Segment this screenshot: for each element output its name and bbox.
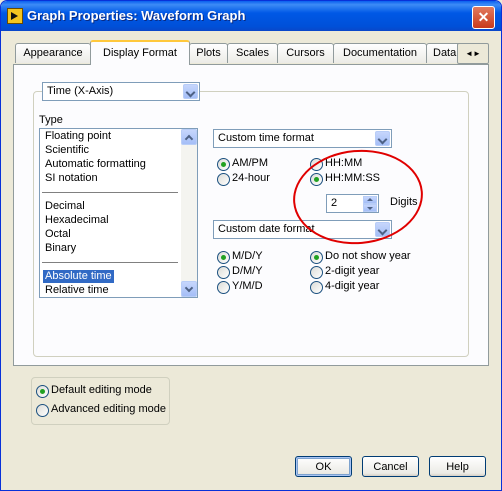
tab-cursors[interactable]: Cursors bbox=[277, 43, 334, 63]
4-digit-year-label: 4-digit year bbox=[325, 280, 380, 292]
2-digit-year-label: 2-digit year bbox=[325, 265, 380, 277]
chevron-down-icon[interactable] bbox=[375, 131, 390, 146]
mdy-radio[interactable] bbox=[217, 251, 230, 264]
tab-scroll-left-icon[interactable]: ◄ bbox=[465, 49, 473, 58]
time-format-select[interactable]: Custom time format bbox=[213, 129, 392, 148]
no-year-label: Do not show year bbox=[325, 250, 411, 262]
ymd-label: Y/M/D bbox=[232, 280, 263, 292]
4-digit-year-radio[interactable] bbox=[310, 281, 323, 294]
list-item[interactable]: Binary bbox=[43, 242, 78, 255]
type-list-scrollbar[interactable] bbox=[181, 129, 197, 297]
scroll-up-icon[interactable] bbox=[181, 129, 197, 145]
dialog-window: Graph Properties: Waveform Graph ✕ Appea… bbox=[0, 0, 502, 491]
24-hour-radio[interactable] bbox=[217, 173, 230, 186]
cancel-button[interactable]: Cancel bbox=[362, 456, 419, 477]
mdy-label: M/D/Y bbox=[232, 250, 263, 262]
list-item[interactable]: Relative time bbox=[43, 284, 111, 297]
close-button[interactable]: ✕ bbox=[472, 6, 495, 29]
tab-appearance[interactable]: Appearance bbox=[15, 43, 91, 63]
default-editing-label: Default editing mode bbox=[51, 384, 152, 396]
type-label: Type bbox=[39, 114, 63, 126]
am-pm-radio[interactable] bbox=[217, 158, 230, 171]
list-item-selected[interactable]: Absolute time bbox=[43, 270, 114, 283]
list-separator bbox=[42, 192, 178, 193]
list-item[interactable]: Automatic formatting bbox=[43, 158, 148, 171]
title-bar[interactable]: Graph Properties: Waveform Graph ✕ bbox=[1, 1, 501, 31]
axis-select[interactable]: Time (X-Axis) bbox=[42, 82, 200, 101]
list-item[interactable]: Octal bbox=[43, 228, 73, 241]
dmy-label: D/M/Y bbox=[232, 265, 263, 277]
2-digit-year-radio[interactable] bbox=[310, 266, 323, 279]
tab-scroll-right-icon[interactable]: ► bbox=[473, 49, 481, 58]
list-separator bbox=[42, 262, 178, 263]
tab-strip: Appearance Display Format Plots Scales C… bbox=[13, 40, 489, 65]
ok-button[interactable]: OK bbox=[295, 456, 352, 477]
tab-display-format[interactable]: Display Format bbox=[90, 40, 190, 65]
time-format-value: Custom time format bbox=[218, 132, 314, 144]
axis-select-value: Time (X-Axis) bbox=[47, 85, 114, 97]
window-title: Graph Properties: Waveform Graph bbox=[27, 8, 246, 23]
help-button[interactable]: Help bbox=[429, 456, 486, 477]
type-listbox[interactable]: Floating point Scientific Automatic form… bbox=[39, 128, 198, 298]
dmy-radio[interactable] bbox=[217, 266, 230, 279]
list-item[interactable]: Decimal bbox=[43, 200, 87, 213]
no-year-radio[interactable] bbox=[310, 251, 323, 264]
advanced-editing-label: Advanced editing mode bbox=[51, 403, 166, 415]
display-format-pane: Time (X-Axis) Type Floating point Scient… bbox=[13, 64, 489, 366]
am-pm-label: AM/PM bbox=[232, 157, 269, 169]
default-editing-radio[interactable] bbox=[36, 385, 49, 398]
tab-scales[interactable]: Scales bbox=[227, 43, 278, 63]
list-item[interactable]: Hexadecimal bbox=[43, 214, 111, 227]
chevron-down-icon[interactable] bbox=[183, 84, 198, 99]
ymd-radio[interactable] bbox=[217, 281, 230, 294]
editing-mode-group: Default editing mode Advanced editing mo… bbox=[31, 377, 170, 425]
list-item[interactable]: Floating point bbox=[43, 130, 113, 143]
date-format-value: Custom date format bbox=[218, 223, 315, 235]
list-item[interactable]: Scientific bbox=[43, 144, 91, 157]
labview-icon bbox=[7, 8, 23, 24]
advanced-editing-radio[interactable] bbox=[36, 404, 49, 417]
tab-plots[interactable]: Plots bbox=[189, 43, 228, 63]
list-item[interactable]: SI notation bbox=[43, 172, 100, 185]
tab-documentation[interactable]: Documentation bbox=[333, 43, 427, 63]
tab-scroll-buttons[interactable]: ◄► bbox=[457, 43, 489, 64]
scroll-down-icon[interactable] bbox=[181, 281, 197, 297]
24-hour-label: 24-hour bbox=[232, 172, 270, 184]
